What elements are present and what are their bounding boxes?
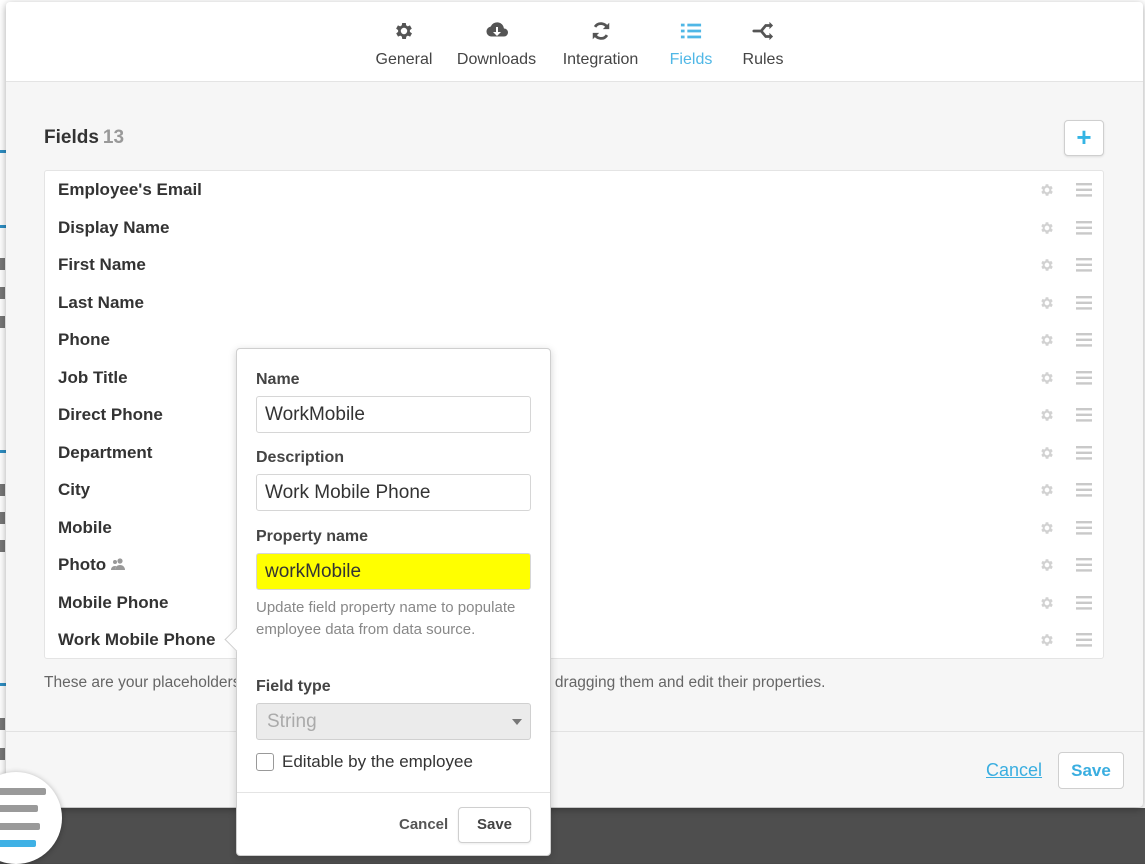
fields-count: 13 bbox=[102, 127, 125, 148]
gear-icon[interactable] bbox=[1039, 182, 1055, 203]
gear-icon[interactable] bbox=[1039, 407, 1055, 428]
background-text-fragment bbox=[0, 718, 5, 730]
tab-fields[interactable]: Fields bbox=[662, 18, 720, 76]
drag-handle-icon[interactable] bbox=[1076, 483, 1092, 502]
background-text-fragment bbox=[0, 748, 5, 760]
field-edit-popover: Name Description Property name Update fi… bbox=[224, 348, 551, 856]
property-name-label: Property name bbox=[256, 528, 369, 545]
field-row[interactable]: First Name bbox=[45, 246, 1103, 284]
field-row[interactable]: Display Name bbox=[45, 209, 1103, 247]
settings-modal: General Downloads Integration Fields Rul… bbox=[6, 2, 1143, 807]
property-name-hint: Update field property name to populate e… bbox=[256, 599, 516, 638]
drag-handle-icon[interactable] bbox=[1076, 333, 1092, 352]
sync-icon bbox=[556, 20, 645, 46]
field-name: Department bbox=[58, 442, 153, 462]
drag-handle-icon[interactable] bbox=[1076, 633, 1092, 652]
drag-handle-icon[interactable] bbox=[1076, 295, 1092, 315]
drag-handle-icon[interactable] bbox=[1076, 370, 1092, 390]
field-name: First Name bbox=[58, 255, 146, 274]
gear-icon[interactable] bbox=[1039, 257, 1055, 278]
field-type-select[interactable]: String bbox=[256, 703, 531, 740]
field-row[interactable]: City bbox=[45, 471, 1103, 509]
description-input[interactable] bbox=[256, 474, 531, 511]
background-text-fragment bbox=[0, 287, 5, 299]
field-row[interactable]: Employee's Email bbox=[45, 171, 1103, 209]
description-label: Description bbox=[256, 449, 345, 466]
gear-icon[interactable] bbox=[1039, 445, 1055, 466]
editable-by-employee-checkbox[interactable] bbox=[256, 753, 274, 771]
field-name: Direct Phone bbox=[58, 405, 163, 424]
drag-handle-icon[interactable] bbox=[1076, 408, 1092, 427]
field-name: Work Mobile Phone bbox=[58, 630, 216, 649]
popover-divider bbox=[237, 792, 550, 793]
field-name: Job Title bbox=[58, 367, 128, 387]
field-name: Display Name bbox=[58, 217, 170, 237]
drag-handle-icon[interactable] bbox=[1076, 520, 1092, 540]
drag-handle-icon[interactable] bbox=[1076, 558, 1092, 577]
property-name-input[interactable] bbox=[256, 553, 531, 590]
field-row[interactable]: Phone bbox=[45, 321, 1103, 359]
drag-handle-icon[interactable] bbox=[1076, 220, 1092, 240]
footer-divider bbox=[6, 731, 1143, 732]
fields-section-title: Fields 13 bbox=[44, 127, 125, 148]
field-name: Mobile Phone bbox=[58, 592, 169, 612]
gear-icon[interactable] bbox=[1039, 520, 1055, 541]
background-text-fragment bbox=[0, 484, 5, 496]
drag-handle-icon[interactable] bbox=[1076, 595, 1092, 615]
field-name: City bbox=[58, 480, 91, 499]
tab-bar: General Downloads Integration Fields Rul… bbox=[6, 2, 1143, 81]
drag-handle-icon[interactable] bbox=[1076, 258, 1092, 277]
list-icon bbox=[662, 20, 720, 46]
field-row[interactable]: Mobile bbox=[45, 509, 1103, 547]
popover-save-button[interactable]: Save bbox=[458, 807, 531, 843]
save-button[interactable]: Save bbox=[1058, 752, 1124, 789]
drag-handle-icon[interactable] bbox=[1076, 183, 1092, 202]
popover-cancel-button[interactable]: Cancel bbox=[399, 816, 448, 833]
gear-icon[interactable] bbox=[1039, 557, 1055, 578]
background-text-fragment bbox=[0, 258, 5, 270]
field-type-label: Field type bbox=[256, 678, 331, 695]
cancel-link[interactable]: Cancel bbox=[986, 760, 1042, 781]
modal-header: General Downloads Integration Fields Rul… bbox=[6, 2, 1143, 82]
gear-icon bbox=[361, 20, 447, 46]
field-name: Last Name bbox=[58, 292, 144, 312]
field-name: Photo bbox=[58, 555, 107, 574]
tab-downloads[interactable]: Downloads bbox=[447, 18, 546, 76]
gear-icon[interactable] bbox=[1039, 595, 1055, 616]
background-bottom-bar bbox=[0, 808, 1145, 863]
background-text-fragment bbox=[0, 512, 5, 524]
cloud-download-icon bbox=[447, 20, 546, 46]
gear-icon[interactable] bbox=[1039, 632, 1055, 653]
background-text-fragment bbox=[0, 540, 5, 552]
editable-by-employee-label: Editable by the employee bbox=[282, 752, 473, 771]
users-icon bbox=[111, 557, 125, 575]
drag-handle-icon[interactable] bbox=[1076, 445, 1092, 465]
background-text-fragment bbox=[0, 316, 5, 328]
tab-general[interactable]: General bbox=[361, 18, 447, 76]
name-input[interactable] bbox=[256, 396, 531, 433]
gear-icon[interactable] bbox=[1039, 332, 1055, 353]
field-type-value: String bbox=[267, 711, 317, 732]
gear-icon[interactable] bbox=[1039, 295, 1055, 316]
field-row[interactable]: Work Mobile Phone bbox=[45, 621, 1103, 659]
field-row[interactable]: Department bbox=[45, 434, 1103, 472]
field-row[interactable]: Last Name bbox=[45, 284, 1103, 322]
chevron-down-icon bbox=[512, 719, 522, 725]
gear-icon[interactable] bbox=[1039, 482, 1055, 503]
field-row[interactable]: Mobile Phone bbox=[45, 584, 1103, 622]
field-row[interactable]: Direct Phone bbox=[45, 396, 1103, 434]
field-row[interactable]: Job Title bbox=[45, 359, 1103, 397]
gear-icon[interactable] bbox=[1039, 220, 1055, 241]
tab-integration[interactable]: Integration bbox=[556, 18, 645, 76]
gear-icon[interactable] bbox=[1039, 370, 1055, 391]
name-label: Name bbox=[256, 371, 300, 388]
tab-rules[interactable]: Rules bbox=[735, 18, 791, 76]
field-name: Phone bbox=[58, 330, 110, 349]
field-row[interactable]: Photo bbox=[45, 546, 1103, 584]
field-name: Mobile bbox=[58, 517, 112, 537]
add-field-button[interactable]: + bbox=[1064, 120, 1104, 156]
field-name: Employee's Email bbox=[58, 180, 202, 199]
branch-icon bbox=[735, 20, 791, 46]
fields-list: Employee's Email Display Name First Name La… bbox=[44, 170, 1104, 659]
